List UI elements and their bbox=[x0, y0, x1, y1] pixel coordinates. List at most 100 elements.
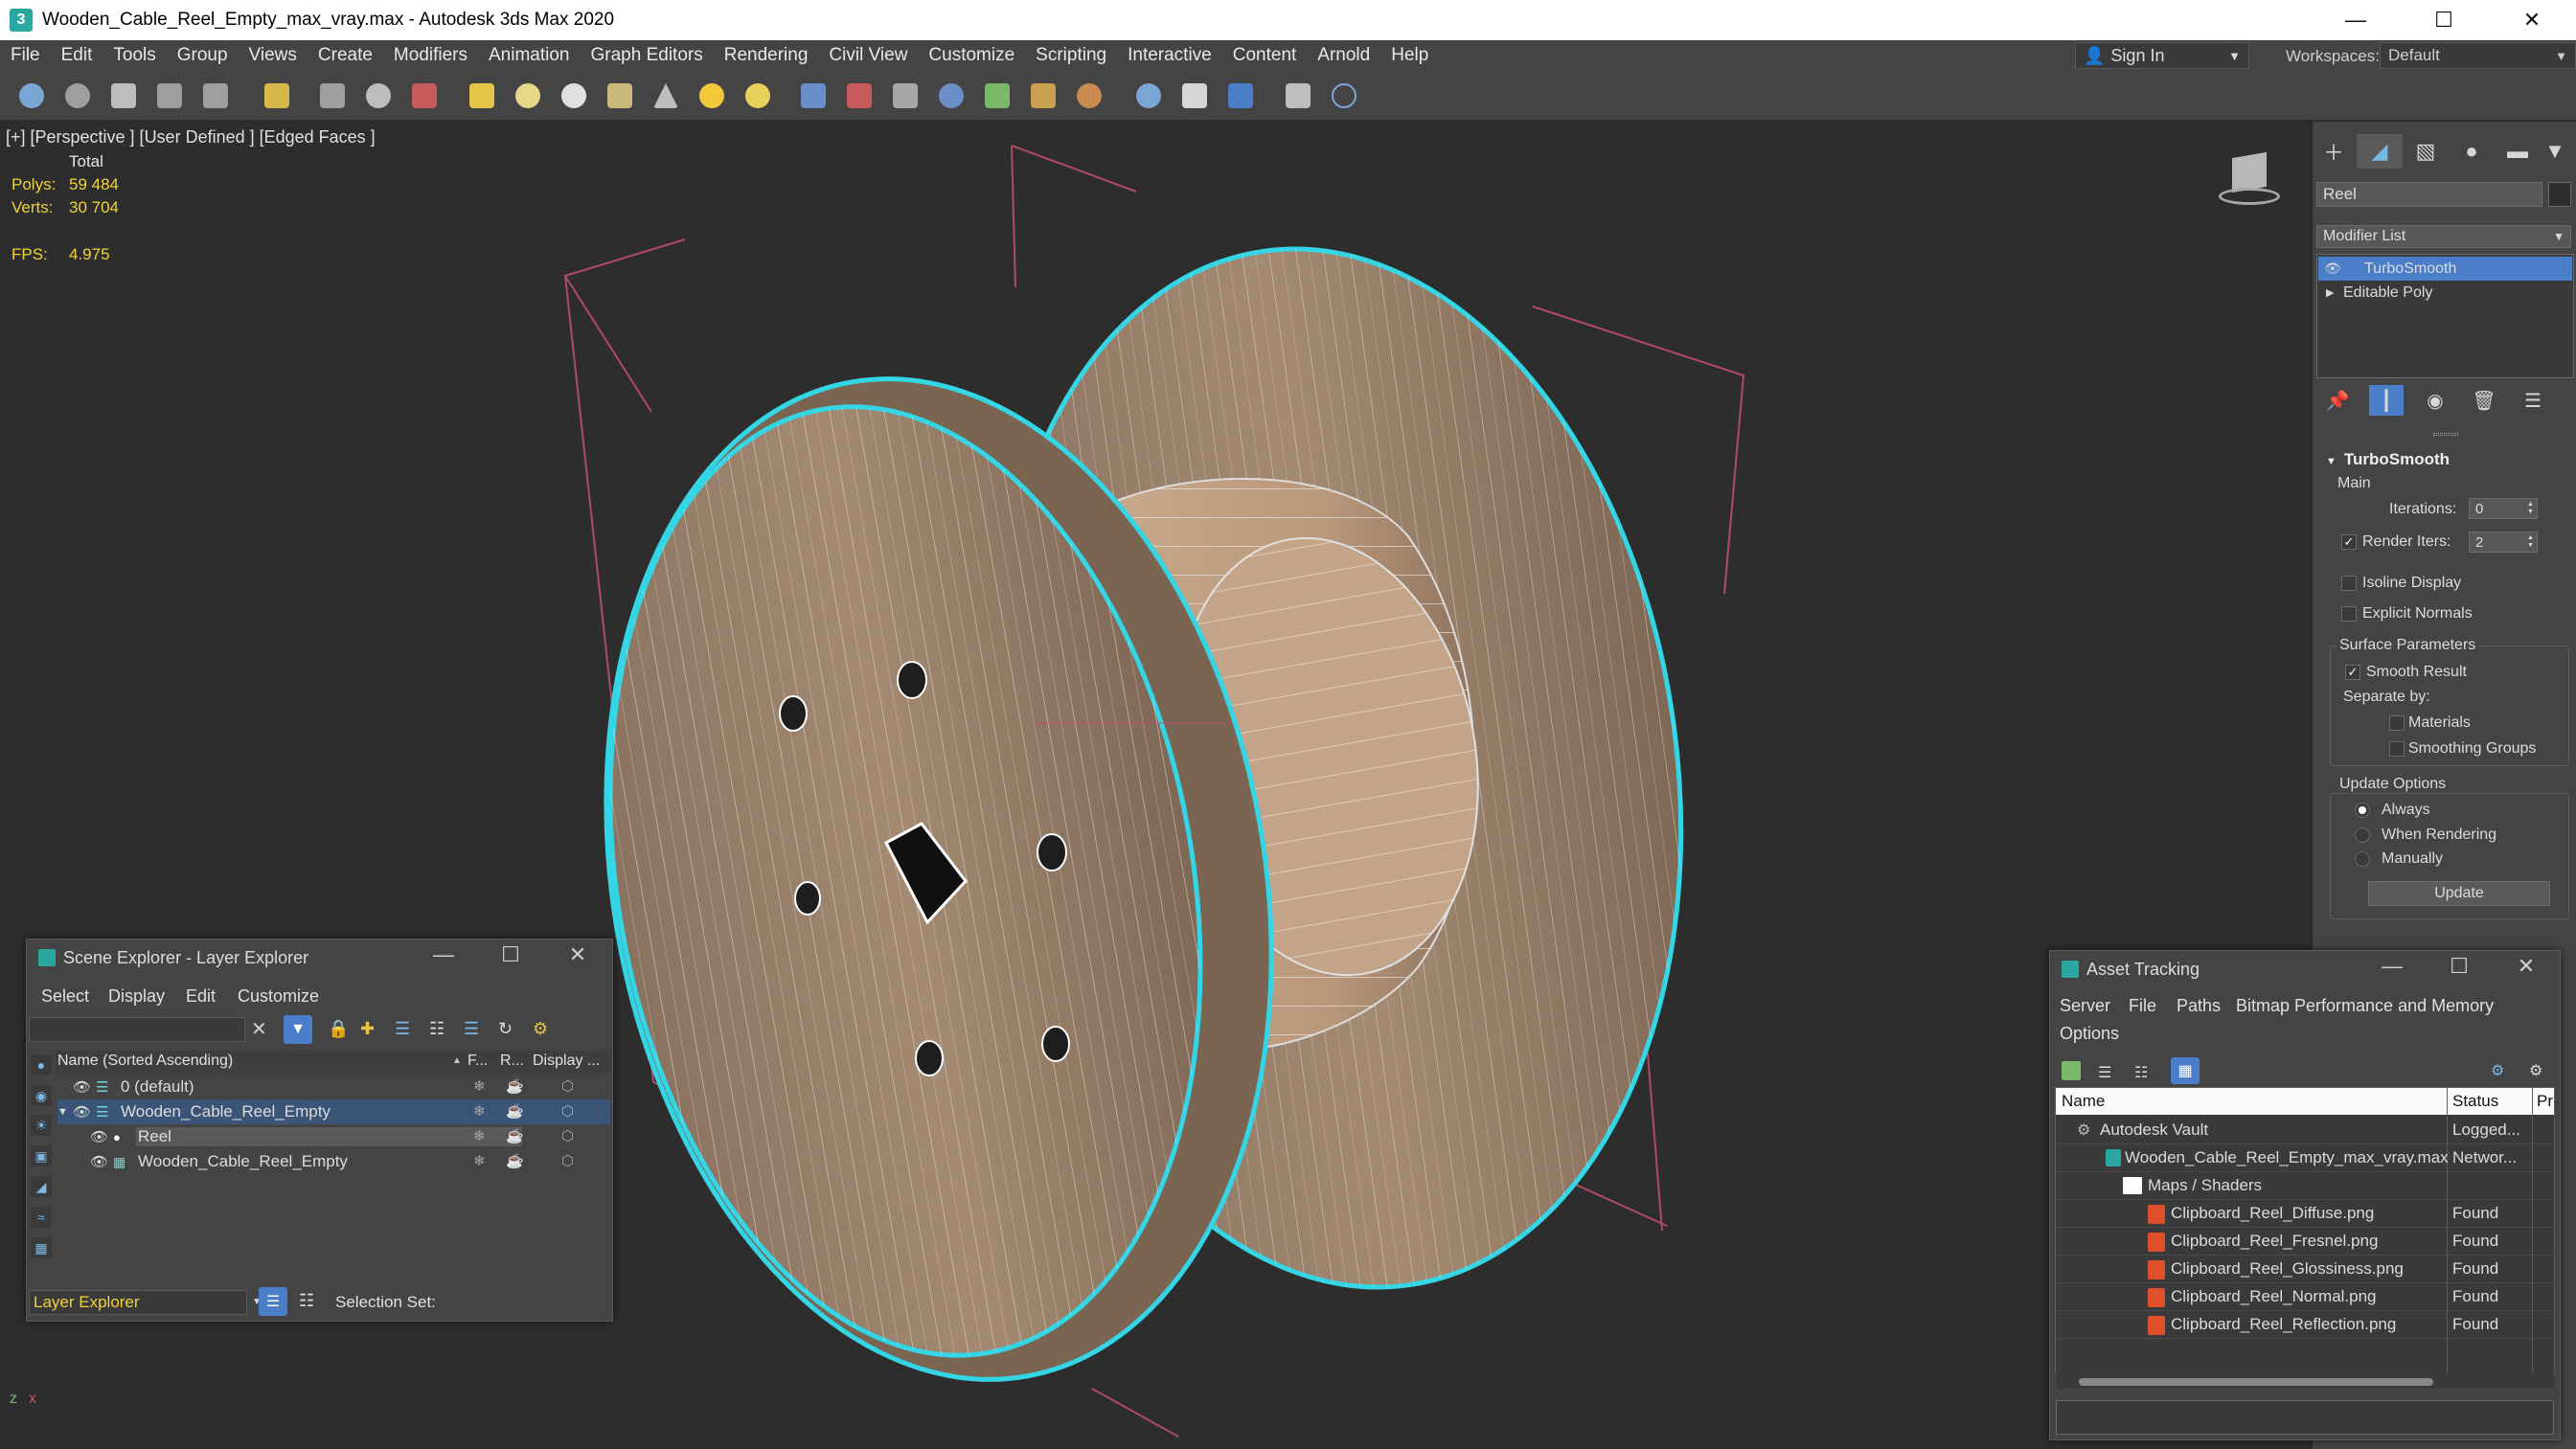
minimize-icon[interactable]: — bbox=[2378, 954, 2406, 979]
hierarchy-icon[interactable]: ☷ bbox=[429, 1019, 445, 1039]
display-spacewarps-icon[interactable]: ≈ bbox=[31, 1207, 52, 1228]
help-icon[interactable]: ⚙ bbox=[2529, 1061, 2542, 1080]
display-icon[interactable]: ⬡ bbox=[561, 1102, 574, 1120]
tree-view-icon[interactable]: ☷ bbox=[2134, 1063, 2148, 1082]
at-row-fresnel[interactable]: Clipboard_Reel_Fresnel.png Found bbox=[2056, 1228, 2554, 1256]
workspace-select[interactable]: Default ▼ bbox=[2380, 42, 2576, 69]
menu-interactive[interactable]: Interactive bbox=[1117, 45, 1222, 66]
show-end-result-icon[interactable]: ┃ bbox=[2369, 385, 2404, 416]
isoline-display-checkbox[interactable] bbox=[2341, 576, 2357, 591]
at-menu-server[interactable]: Server bbox=[2060, 996, 2110, 1016]
link-icon[interactable] bbox=[111, 83, 136, 108]
menu-arnold[interactable]: Arnold bbox=[1307, 45, 1380, 66]
at-row-normal[interactable]: Clipboard_Reel_Normal.png Found bbox=[2056, 1283, 2554, 1311]
at-column-pr[interactable]: Pr bbox=[2537, 1092, 2553, 1111]
create-tab-icon[interactable]: ＋ bbox=[2311, 134, 2357, 169]
render-icon[interactable] bbox=[1077, 83, 1102, 108]
menu-views[interactable]: Views bbox=[239, 45, 308, 66]
modifier-list-dropdown[interactable]: Modifier List ▼ bbox=[2316, 225, 2571, 248]
teapot-icon[interactable] bbox=[607, 83, 632, 108]
freeze-icon[interactable]: ❄ bbox=[473, 1102, 486, 1120]
eye-icon[interactable]: 👁 bbox=[73, 1103, 91, 1121]
minimize-icon[interactable]: — bbox=[429, 942, 458, 967]
hierarchy-tab-icon[interactable]: ▧ bbox=[2403, 134, 2449, 169]
render-icon[interactable]: ☕ bbox=[506, 1127, 524, 1144]
lock-icon[interactable]: 🔒 bbox=[328, 1019, 349, 1039]
menu-create[interactable]: Create bbox=[308, 45, 383, 66]
turbosmooth-rollout-title[interactable]: ▼ TurboSmooth bbox=[2326, 450, 2450, 469]
display-icon[interactable]: ⬡ bbox=[561, 1077, 574, 1095]
camera-icon[interactable] bbox=[745, 83, 770, 108]
se-column-display[interactable]: Display ... bbox=[533, 1053, 600, 1070]
at-menu-file[interactable]: File bbox=[2129, 996, 2156, 1016]
close-icon[interactable]: ✕ bbox=[2488, 0, 2576, 40]
render-icon[interactable]: ☕ bbox=[506, 1077, 524, 1095]
close-icon[interactable]: ✕ bbox=[563, 942, 592, 967]
eye-icon[interactable]: 👁 bbox=[2324, 260, 2349, 277]
menu-edit[interactable]: Edit bbox=[51, 45, 103, 66]
display-icon[interactable]: ⬡ bbox=[561, 1127, 574, 1144]
table-view-icon[interactable]: ▦ bbox=[2171, 1057, 2200, 1084]
display-all-icon[interactable]: ▦ bbox=[31, 1237, 52, 1258]
at-row-diffuse[interactable]: Clipboard_Reel_Diffuse.png Found bbox=[2056, 1200, 2554, 1228]
menu-customize[interactable]: Customize bbox=[918, 45, 1025, 66]
motion-tab-icon[interactable]: ● bbox=[2449, 134, 2495, 169]
sphere-icon[interactable] bbox=[515, 83, 540, 108]
stack-item-turbosmooth[interactable]: 👁 TurboSmooth bbox=[2318, 257, 2572, 281]
render-iters-spinner[interactable]: 2 bbox=[2469, 532, 2538, 553]
rotate-icon[interactable] bbox=[366, 83, 391, 108]
settings-icon[interactable]: ⚙ bbox=[533, 1019, 548, 1039]
se-column-name[interactable]: Name (Sorted Ascending) bbox=[57, 1053, 233, 1070]
display-icon[interactable]: ⬡ bbox=[561, 1152, 574, 1169]
layer-icon[interactable]: ☰ bbox=[395, 1019, 410, 1039]
modify-tab-icon[interactable]: ◢ bbox=[2357, 134, 2403, 169]
sign-in-dropdown[interactable]: 👤 Sign In ▼ bbox=[2075, 42, 2249, 69]
panel-divider[interactable] bbox=[2433, 433, 2458, 436]
viewcube-icon[interactable] bbox=[2219, 151, 2280, 209]
render-setup-icon[interactable] bbox=[1031, 83, 1056, 108]
at-menu-bitmap[interactable]: Bitmap Performance and Memory bbox=[2236, 996, 2494, 1016]
filter-icon[interactable]: ▼ bbox=[284, 1015, 312, 1044]
menu-animation[interactable]: Animation bbox=[478, 45, 581, 66]
freeze-icon[interactable]: ❄ bbox=[473, 1077, 486, 1095]
asset-path-field[interactable] bbox=[2056, 1400, 2554, 1435]
smooth-result-checkbox[interactable]: ✓ bbox=[2345, 665, 2360, 680]
menu-graph-editors[interactable]: Graph Editors bbox=[581, 45, 714, 66]
unlink-icon[interactable] bbox=[157, 83, 182, 108]
geosphere-icon[interactable] bbox=[561, 83, 586, 108]
layers-icon[interactable]: ☰ bbox=[464, 1019, 479, 1039]
at-row-maps[interactable]: Maps / Shaders bbox=[2056, 1172, 2554, 1200]
se-menu-edit[interactable]: Edit bbox=[186, 986, 216, 1007]
display-geometry-icon[interactable]: ◉ bbox=[31, 1085, 52, 1106]
at-column-status[interactable]: Status bbox=[2452, 1092, 2498, 1111]
render-production-icon[interactable] bbox=[1228, 83, 1253, 108]
align-icon[interactable] bbox=[939, 83, 964, 108]
freeze-icon[interactable]: ❄ bbox=[473, 1152, 486, 1169]
materials-checkbox[interactable] bbox=[2389, 715, 2405, 731]
at-menu-options[interactable]: Options bbox=[2060, 1024, 2119, 1044]
se-menu-customize[interactable]: Customize bbox=[238, 986, 319, 1007]
select-icon[interactable] bbox=[264, 83, 289, 108]
scale-icon[interactable] bbox=[412, 83, 437, 108]
menu-content[interactable]: Content bbox=[1222, 45, 1308, 66]
bind-icon[interactable] bbox=[203, 83, 228, 108]
menu-scripting[interactable]: Scripting bbox=[1025, 45, 1117, 66]
list-view-icon[interactable]: ☰ bbox=[2098, 1063, 2111, 1082]
render-frame-icon[interactable] bbox=[1182, 83, 1207, 108]
refresh-icon[interactable] bbox=[2062, 1061, 2081, 1080]
mirror-icon[interactable] bbox=[893, 83, 918, 108]
object-name-field[interactable]: Reel bbox=[2316, 182, 2542, 207]
se-row-reel-layer[interactable]: ▼ 👁 ☰ Wooden_Cable_Reel_Empty bbox=[57, 1099, 610, 1124]
clear-search-icon[interactable]: ✕ bbox=[251, 1017, 267, 1041]
explicit-normals-checkbox[interactable] bbox=[2341, 606, 2357, 622]
at-row-reflection[interactable]: Clipboard_Reel_Reflection.png Found bbox=[2056, 1311, 2554, 1339]
eye-icon[interactable]: 👁 bbox=[90, 1128, 108, 1145]
box-icon[interactable] bbox=[469, 83, 494, 108]
undo-icon[interactable] bbox=[19, 83, 44, 108]
menu-file[interactable]: File bbox=[0, 45, 51, 66]
add-layer-icon[interactable]: ✚ bbox=[360, 1019, 375, 1039]
help-icon[interactable] bbox=[1332, 83, 1356, 108]
hierarchy-icon[interactable]: ☷ bbox=[299, 1291, 314, 1311]
light-icon[interactable] bbox=[699, 83, 724, 108]
se-menu-display[interactable]: Display bbox=[108, 986, 165, 1007]
